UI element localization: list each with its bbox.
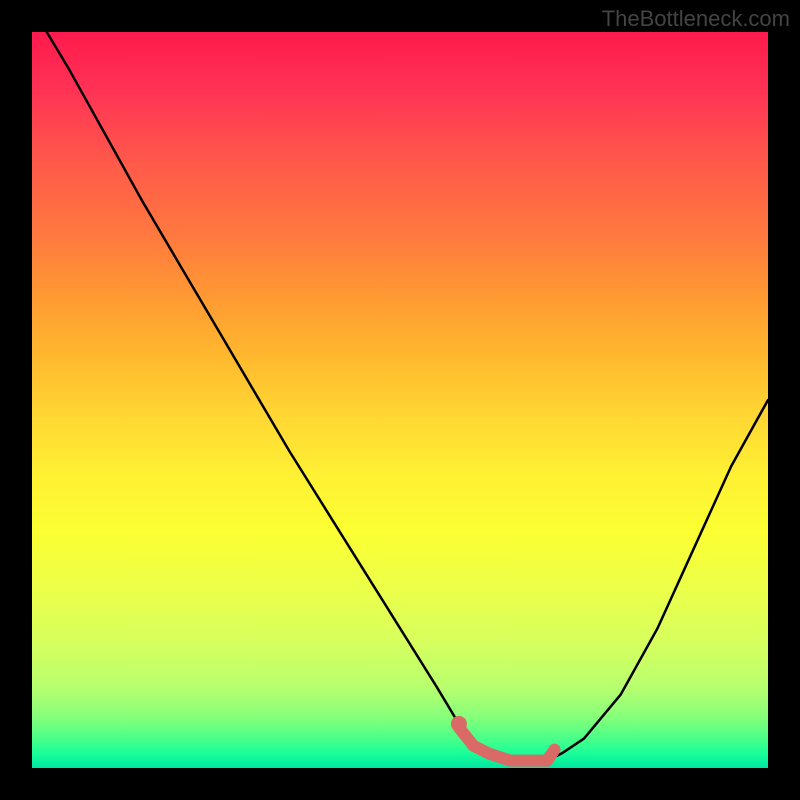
series-highlight-band: [459, 728, 555, 761]
series-highlight-dot-point: [451, 716, 467, 732]
series-bottleneck-curve: [47, 32, 768, 761]
plot-area: [32, 32, 768, 768]
chart-svg: [32, 32, 768, 768]
watermark: TheBottleneck.com: [602, 6, 790, 32]
chart-container: TheBottleneck.com: [0, 0, 800, 800]
